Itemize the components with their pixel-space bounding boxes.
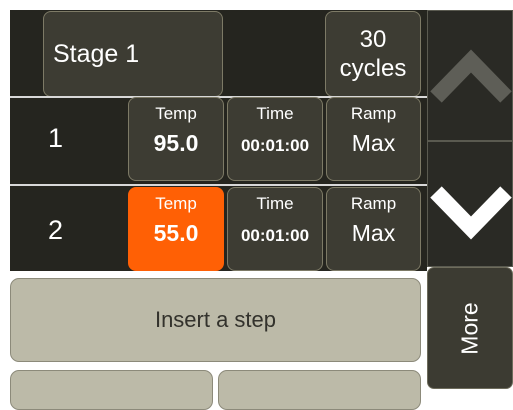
time-value: 00:01:00 <box>240 226 310 245</box>
cycles-button[interactable]: 30 cycles <box>325 11 421 97</box>
scroll-up-button[interactable] <box>427 10 513 141</box>
insert-step-button[interactable]: Insert a step <box>10 278 421 362</box>
more-button[interactable]: More <box>427 267 513 389</box>
step-1-temp-button[interactable]: Temp 95.0 <box>128 97 224 181</box>
ramp-value: Max <box>351 130 396 156</box>
cycles-count: 30 <box>359 26 387 53</box>
temp-value: 55.0 <box>153 220 199 246</box>
step-1-ramp-button[interactable]: Ramp Max <box>326 97 421 181</box>
more-label: More <box>456 301 483 355</box>
temp-label: Temp <box>155 104 197 123</box>
chevron-down-icon <box>430 186 512 240</box>
step-2-ramp-button[interactable]: Ramp Max <box>326 187 421 271</box>
time-label: Time <box>256 194 294 213</box>
step-1-time-button[interactable]: Time 00:01:00 <box>227 97 323 181</box>
temp-value: 95.0 <box>153 130 199 156</box>
row-divider <box>10 184 427 186</box>
step-number: 2 <box>48 215 64 245</box>
stage-label[interactable]: Stage 1 <box>43 11 223 97</box>
step-2-temp-button[interactable]: Temp 55.0 <box>128 187 224 271</box>
cycles-unit: cycles <box>339 55 407 82</box>
ramp-label: Ramp <box>350 194 397 213</box>
temp-label: Temp <box>155 194 197 213</box>
bottom-right-button[interactable] <box>218 370 421 410</box>
step-number: 1 <box>48 123 64 153</box>
ramp-value: Max <box>351 220 396 246</box>
time-value: 00:01:00 <box>240 136 310 155</box>
stage-label-text: Stage 1 <box>53 39 140 68</box>
scroll-down-button[interactable] <box>427 141 513 267</box>
bottom-left-button[interactable] <box>10 370 213 410</box>
ramp-label: Ramp <box>350 104 397 123</box>
insert-step-label: Insert a step <box>154 307 277 332</box>
chevron-up-icon <box>430 49 512 103</box>
step-2-time-button[interactable]: Time 00:01:00 <box>227 187 323 271</box>
time-label: Time <box>256 104 294 123</box>
